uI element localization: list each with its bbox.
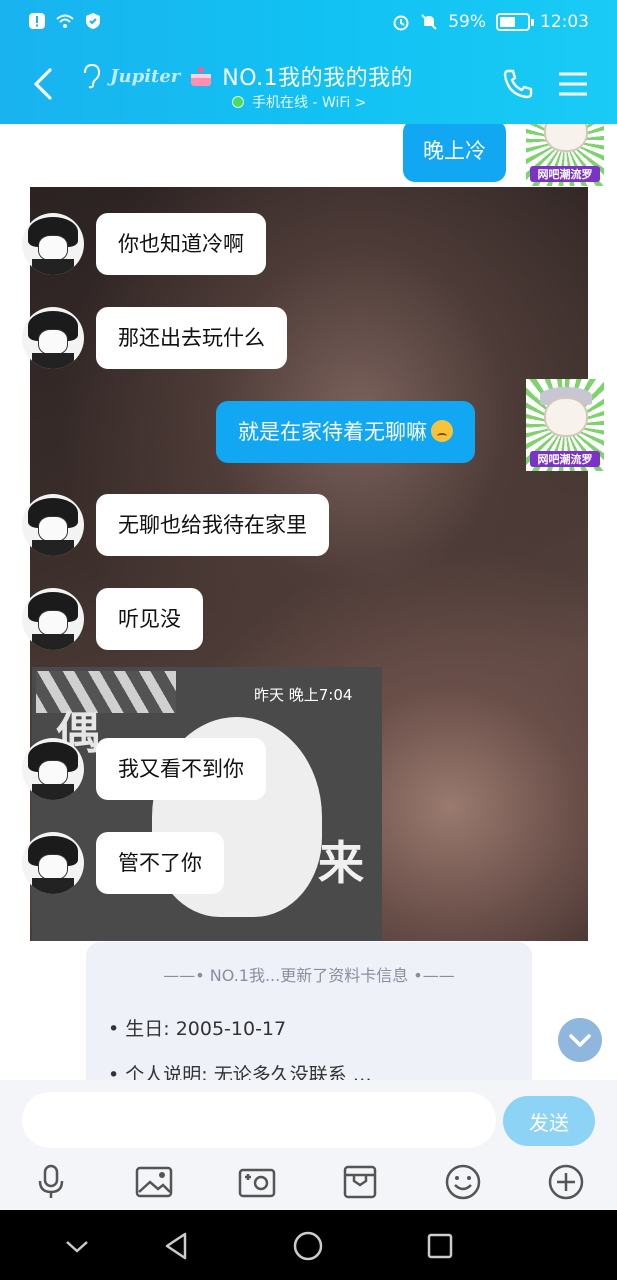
chat-background-image: 偶 来: [30, 187, 588, 941]
camera-icon[interactable]: [237, 1162, 277, 1202]
contact-avatar[interactable]: [22, 307, 84, 369]
message-bubble-out[interactable]: 晚上冷: [403, 124, 506, 182]
chat-header: Jupiter NO.1我的我的我的 手机在线 - WiFi >: [0, 46, 617, 124]
send-button[interactable]: 发送: [503, 1096, 595, 1146]
contact-name: NO.1我的我的我的: [222, 66, 414, 91]
microphone-icon[interactable]: [31, 1162, 71, 1202]
message-bubble-in[interactable]: 你也知道冷啊: [96, 213, 266, 275]
alarm-icon: [393, 15, 409, 31]
nav-recents-icon[interactable]: [420, 1226, 460, 1266]
message-bubble-in[interactable]: 无聊也给我待在家里: [96, 494, 329, 556]
status-bar: 59% 12:03: [0, 0, 617, 46]
battery-icon: [496, 13, 534, 31]
nav-back-icon[interactable]: [157, 1226, 197, 1266]
online-dot-icon: [232, 96, 244, 108]
profile-card-title: ——• NO.1我...更新了资料卡信息 •——: [163, 966, 455, 985]
message-bubble-out[interactable]: 就是在家待着无聊嘛: [216, 401, 475, 463]
contact-avatar[interactable]: [22, 832, 84, 894]
file-icon[interactable]: [340, 1162, 380, 1202]
wifi-icon: [56, 14, 74, 28]
profile-update-card[interactable]: ——• NO.1我...更新了资料卡信息 •—— • 生日: 2005-10-1…: [86, 942, 532, 1080]
contact-avatar[interactable]: [22, 494, 84, 556]
sticker-text-right: 来: [318, 836, 364, 890]
message-bubble-in[interactable]: 听见没: [96, 588, 203, 650]
top-bar: 59% 12:03 Jupiter NO.1我的我的我的 手机在线 - WiFi…: [0, 0, 617, 124]
plus-icon[interactable]: [546, 1162, 586, 1202]
back-arrow-icon[interactable]: [30, 66, 56, 102]
online-status-text: 手机在线 - WiFi >: [252, 95, 367, 111]
message-timestamp: 昨天 晚上7:04: [254, 686, 353, 704]
battery-fill: [500, 17, 516, 27]
nav-home-icon[interactable]: [288, 1226, 328, 1266]
phone-call-icon[interactable]: [500, 66, 536, 102]
message-text: 就是在家待着无聊嘛: [238, 420, 427, 444]
menu-icon[interactable]: [555, 66, 591, 102]
shield-icon: [86, 13, 100, 29]
cake-icon: [191, 67, 212, 86]
battery-percent: 59%: [448, 12, 486, 32]
message-bubble-in[interactable]: 我又看不到你: [96, 738, 266, 800]
my-avatar-label: 网吧潮流罗: [530, 166, 600, 182]
contact-avatar[interactable]: [22, 738, 84, 800]
my-avatar[interactable]: 网吧潮流罗: [526, 379, 604, 471]
system-nav-bar: [0, 1210, 617, 1280]
message-bubble-in[interactable]: 那还出去玩什么: [96, 307, 287, 369]
mute-icon: [421, 14, 437, 30]
chat-area[interactable]: 偶 来 晚上冷 网吧潮流罗 你也知道冷啊 那还出去玩什么 就是在家待着无聊嘛 网…: [0, 124, 617, 1080]
message-input[interactable]: [22, 1092, 496, 1148]
pouting-face-emoji-icon: [431, 420, 453, 442]
online-status: 手机在线 - WiFi >: [232, 92, 366, 112]
image-icon[interactable]: [134, 1162, 174, 1202]
emoji-icon[interactable]: [443, 1162, 483, 1202]
input-bar: 发送: [0, 1080, 617, 1210]
message-bubble-in[interactable]: 管不了你: [96, 832, 224, 894]
my-avatar-label: 网吧潮流罗: [530, 451, 600, 467]
title-tag: Jupiter: [110, 65, 181, 87]
contact-avatar[interactable]: [22, 588, 84, 650]
dog-sticker: 偶 来: [32, 667, 382, 941]
scroll-down-icon[interactable]: [558, 1018, 602, 1062]
chat-title[interactable]: Jupiter NO.1我的我的我的: [80, 60, 413, 92]
ear-icon: [84, 63, 101, 89]
nav-down-icon[interactable]: [57, 1226, 97, 1266]
profile-bio: • 个人说明: 无论多久没联系 …: [108, 1064, 372, 1080]
alert-icon: [29, 13, 45, 29]
contact-avatar[interactable]: [22, 213, 84, 275]
my-avatar[interactable]: 网吧潮流罗: [526, 124, 604, 186]
clock: 12:03: [540, 12, 589, 32]
profile-birthday: • 生日: 2005-10-17: [108, 1018, 287, 1040]
